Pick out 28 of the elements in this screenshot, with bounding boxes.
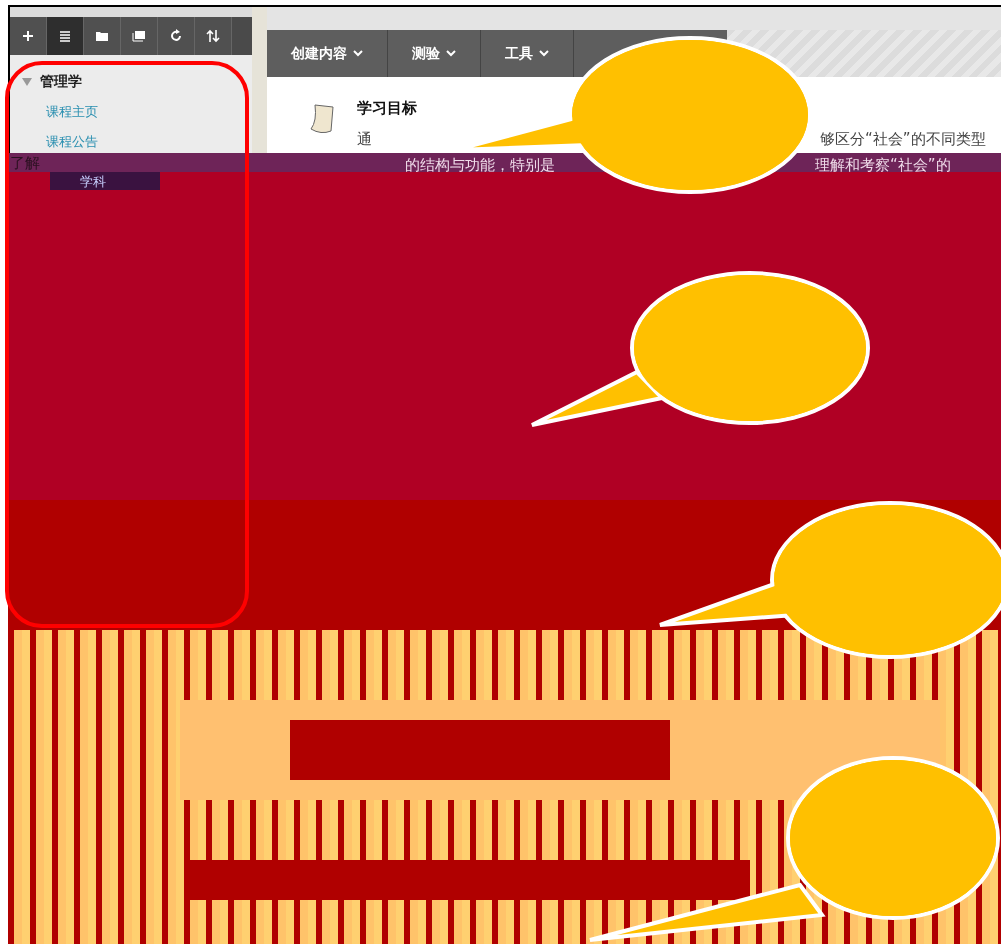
toolbar-button[interactable] [84,17,121,55]
folder-icon [95,29,109,43]
caret-icon [353,50,363,57]
toolbar-button[interactable] [158,17,195,55]
caret-icon [539,50,549,57]
content-title: 学习目标 [357,98,418,119]
content-text: 通 [357,128,372,150]
menu-button[interactable]: 测验 [388,30,481,77]
sidebar-title: 管理学 [40,72,82,91]
menu-button[interactable]: 工具 [481,30,574,77]
list-icon [58,29,72,43]
content-text: 够区分“社会”的不同类型 [820,128,986,150]
toolbar-button[interactable] [47,17,84,55]
toolbar-button[interactable] [10,17,47,55]
add-icon [21,29,35,43]
sidebar-item[interactable]: 课程公告 [46,131,252,151]
caret-icon [446,50,456,57]
toolbar-button[interactable] [121,17,158,55]
sidebar-item[interactable]: 课程主页 [46,102,252,122]
toolbar-button[interactable] [195,17,232,55]
content-text: 理解和考察“社会”的 [815,155,951,176]
window-icon [132,29,146,43]
refresh-icon [169,29,183,43]
menu-button[interactable]: 创建内容 [267,30,388,77]
sort-icon [206,29,220,43]
sidebar-item[interactable]: 学科 [80,172,106,192]
content-text: 的结构与功能，特别是 [405,155,555,176]
content-text: 了解 [10,153,40,174]
